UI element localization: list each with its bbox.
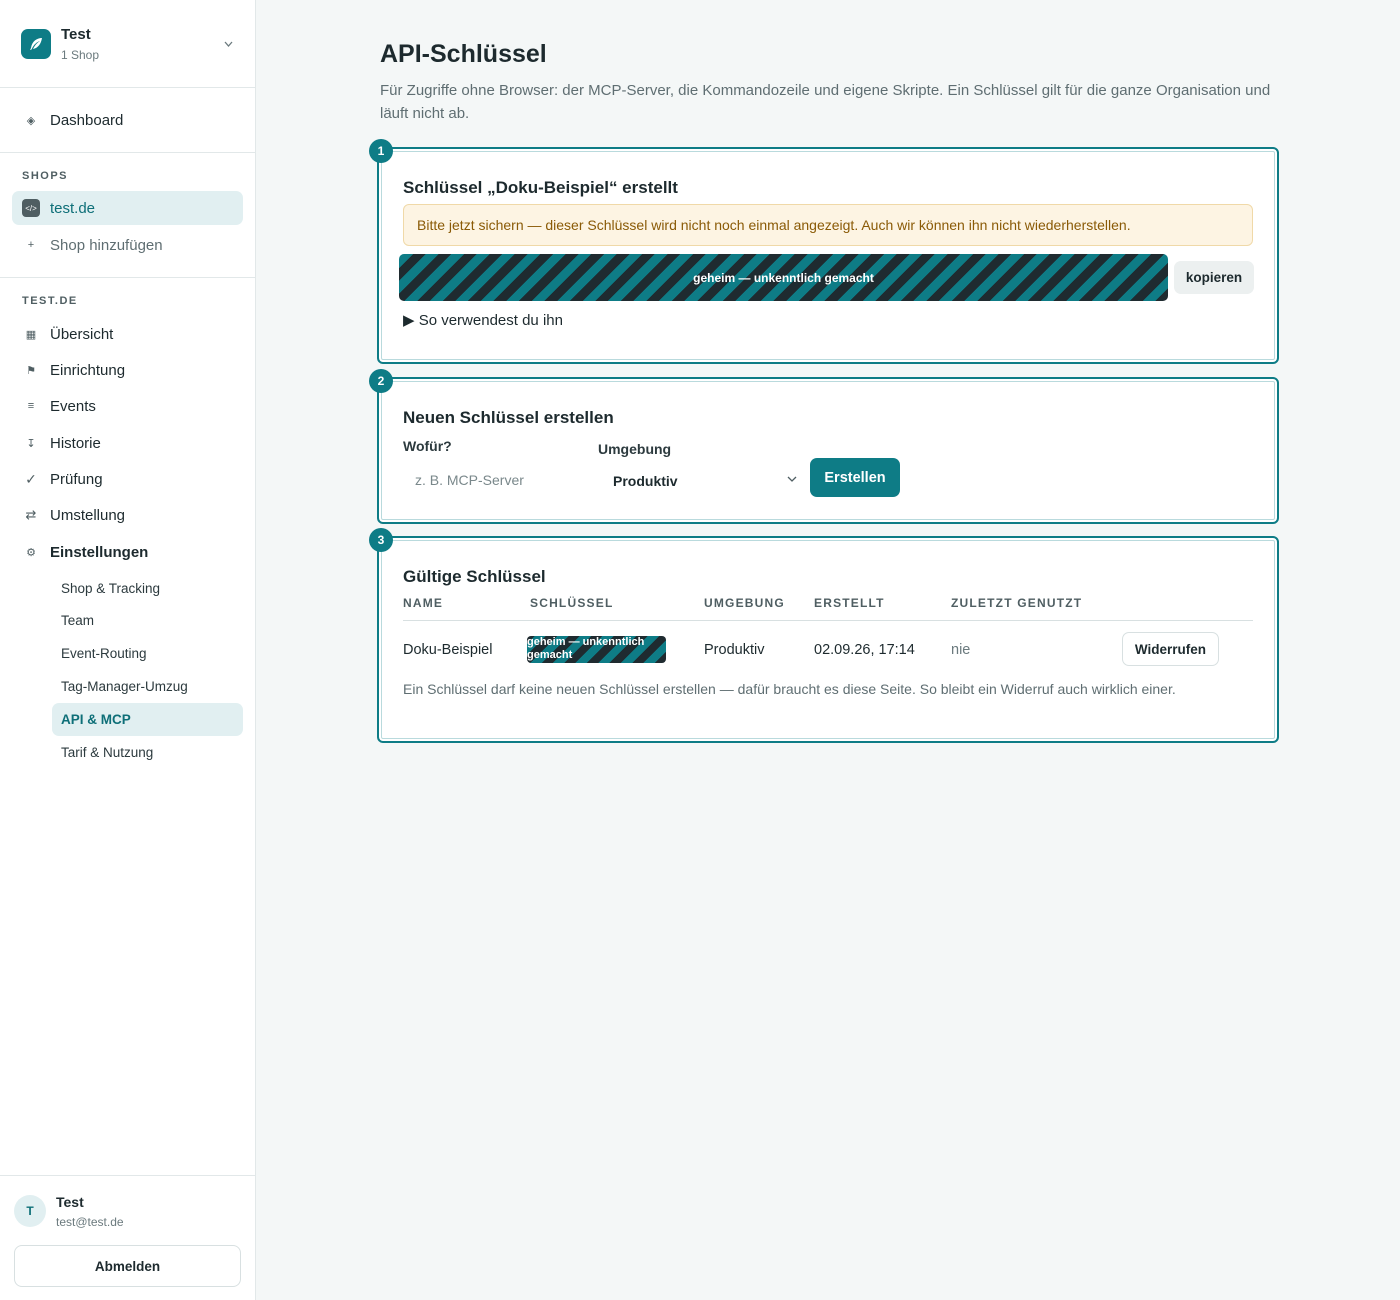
- sidebar-item-add-shop[interactable]: + Shop hinzufügen: [12, 228, 243, 262]
- key-created: 02.09.26, 17:14: [814, 642, 915, 658]
- environment-select[interactable]: Produktiv: [599, 461, 799, 501]
- settings-item-tarif[interactable]: Tarif & Nutzung: [52, 736, 243, 769]
- valid-keys-title: Gültige Schlüssel: [403, 567, 546, 586]
- step-badge: 2: [369, 369, 393, 393]
- step-badge: 1: [369, 139, 393, 163]
- user-name: Test: [56, 1194, 84, 1210]
- sidebar-item-label: Events: [50, 397, 96, 415]
- user-panel: T Test test@test.de Abmelden: [0, 1175, 255, 1300]
- sidebar: Test 1 Shop ◈ Dashboard SHOPS </> test.d…: [0, 0, 256, 1300]
- usage-details-toggle[interactable]: ▶ So verwendest du ihn: [403, 311, 563, 329]
- sidebar-item-umstellung[interactable]: ⇄ Umstellung: [12, 498, 243, 532]
- keys-note: Ein Schlüssel darf keine neuen Schlüssel…: [403, 681, 1176, 697]
- sidebar-item-shop-test-de[interactable]: </> test.de: [12, 191, 243, 225]
- feather-icon: [21, 29, 51, 59]
- sidebar-item-pruefung[interactable]: ✓ Prüfung: [12, 462, 243, 496]
- flag-icon: ⚑: [26, 364, 36, 377]
- diamond-icon: ◈: [26, 114, 36, 127]
- shops-section: SHOPS </> test.de + Shop hinzufügen: [0, 153, 255, 278]
- column-header-environment: UMGEBUNG: [704, 596, 785, 610]
- settings-item-shop-tracking[interactable]: Shop & Tracking: [52, 572, 243, 605]
- revoke-button[interactable]: Widerrufen: [1122, 632, 1219, 666]
- page-description: Für Zugriffe ohne Browser: der MCP-Serve…: [380, 82, 1271, 122]
- sidebar-item-label: Dashboard: [50, 111, 124, 129]
- user-email: test@test.de: [56, 1215, 124, 1229]
- warning-banner: Bitte jetzt sichern — dieser Schlüssel w…: [403, 204, 1253, 246]
- valid-keys-card: 3 Gültige Schlüssel NAME SCHLÜSSEL UMGEB…: [369, 528, 1279, 743]
- sidebar-item-label: test.de: [50, 199, 96, 217]
- sidebar-item-label: Einrichtung: [50, 361, 126, 379]
- org-subtitle: 1 Shop: [61, 48, 100, 62]
- key-environment: Produktiv: [704, 642, 765, 658]
- section-label-shop: TEST.DE: [22, 295, 78, 307]
- create-button[interactable]: Erstellen: [810, 458, 900, 497]
- environment-label: Umgebung: [598, 441, 672, 457]
- key-value-chip: geheim — unkenntlich gemacht: [527, 636, 666, 663]
- sidebar-item-einstellungen[interactable]: ⚙ Einstellungen: [12, 535, 243, 569]
- secret-key-display[interactable]: geheim — unkenntlich gemacht: [399, 254, 1168, 301]
- sidebar-item-events[interactable]: ≡ Events: [12, 389, 243, 423]
- new-key-card: 2 Neuen Schlüssel erstellen Wofür? z. B.…: [369, 369, 1279, 524]
- sidebar-item-historie[interactable]: ↧ Historie: [12, 426, 243, 460]
- created-key-card: 1 Schlüssel „Doku-Beispiel“ erstellt Bit…: [369, 139, 1279, 364]
- settings-item-tag-manager[interactable]: Tag-Manager-Umzug: [52, 670, 243, 703]
- org-name: Test: [61, 26, 91, 43]
- org-switcher[interactable]: Test 1 Shop: [0, 0, 255, 88]
- sidebar-item-uebersicht[interactable]: ▦ Übersicht: [12, 317, 243, 351]
- column-header-name: NAME: [403, 596, 444, 610]
- key-name: Doku-Beispiel: [403, 642, 493, 658]
- check-icon: ✓: [25, 470, 37, 487]
- plus-icon: +: [27, 239, 35, 251]
- purpose-label: Wofür?: [403, 438, 452, 454]
- sidebar-item-label: Übersicht: [50, 325, 114, 343]
- gear-icon: ⚙: [26, 546, 36, 559]
- new-key-title: Neuen Schlüssel erstellen: [403, 408, 614, 427]
- column-header-last-used: ZULETZT GENUTZT: [951, 596, 1083, 610]
- key-last-used: nie: [951, 642, 971, 658]
- environment-value: Produktiv: [613, 473, 678, 489]
- sidebar-item-label: Einstellungen: [50, 543, 149, 561]
- sidebar-item-label: Shop hinzufügen: [50, 236, 163, 254]
- sidebar-item-einrichtung[interactable]: ⚑ Einrichtung: [12, 353, 243, 387]
- settings-item-team[interactable]: Team: [52, 604, 243, 637]
- created-key-title: Schlüssel „Doku-Beispiel“ erstellt: [403, 178, 678, 197]
- grid-icon: ▦: [25, 328, 37, 341]
- column-header-key: SCHLÜSSEL: [530, 596, 614, 610]
- table-divider: [403, 620, 1253, 621]
- sidebar-item-label: Prüfung: [50, 470, 103, 488]
- purpose-input[interactable]: z. B. MCP-Server: [403, 461, 588, 499]
- settings-item-api-mcp[interactable]: API & MCP: [52, 703, 243, 736]
- page-title: API-Schlüssel: [380, 40, 547, 68]
- history-icon: ↧: [26, 437, 36, 450]
- sidebar-item-label: Historie: [50, 434, 101, 452]
- sidebar-item-dashboard[interactable]: ◈ Dashboard: [12, 103, 243, 137]
- avatar: T: [14, 1195, 46, 1227]
- copy-button[interactable]: kopieren: [1174, 261, 1254, 294]
- code-icon: </>: [22, 199, 40, 217]
- step-badge: 3: [369, 528, 393, 552]
- logout-button[interactable]: Abmelden: [14, 1245, 241, 1287]
- chevron-down-icon: [787, 474, 797, 485]
- list-icon: ≡: [27, 400, 35, 412]
- settings-item-event-routing[interactable]: Event-Routing: [52, 637, 243, 670]
- column-header-created: ERSTELLT: [814, 596, 885, 610]
- sidebar-item-label: Umstellung: [50, 506, 126, 524]
- section-label-shops: SHOPS: [22, 170, 69, 182]
- nav-main: ◈ Dashboard: [0, 88, 255, 153]
- swap-icon: ⇄: [25, 507, 37, 522]
- chevron-down-icon[interactable]: [224, 39, 233, 50]
